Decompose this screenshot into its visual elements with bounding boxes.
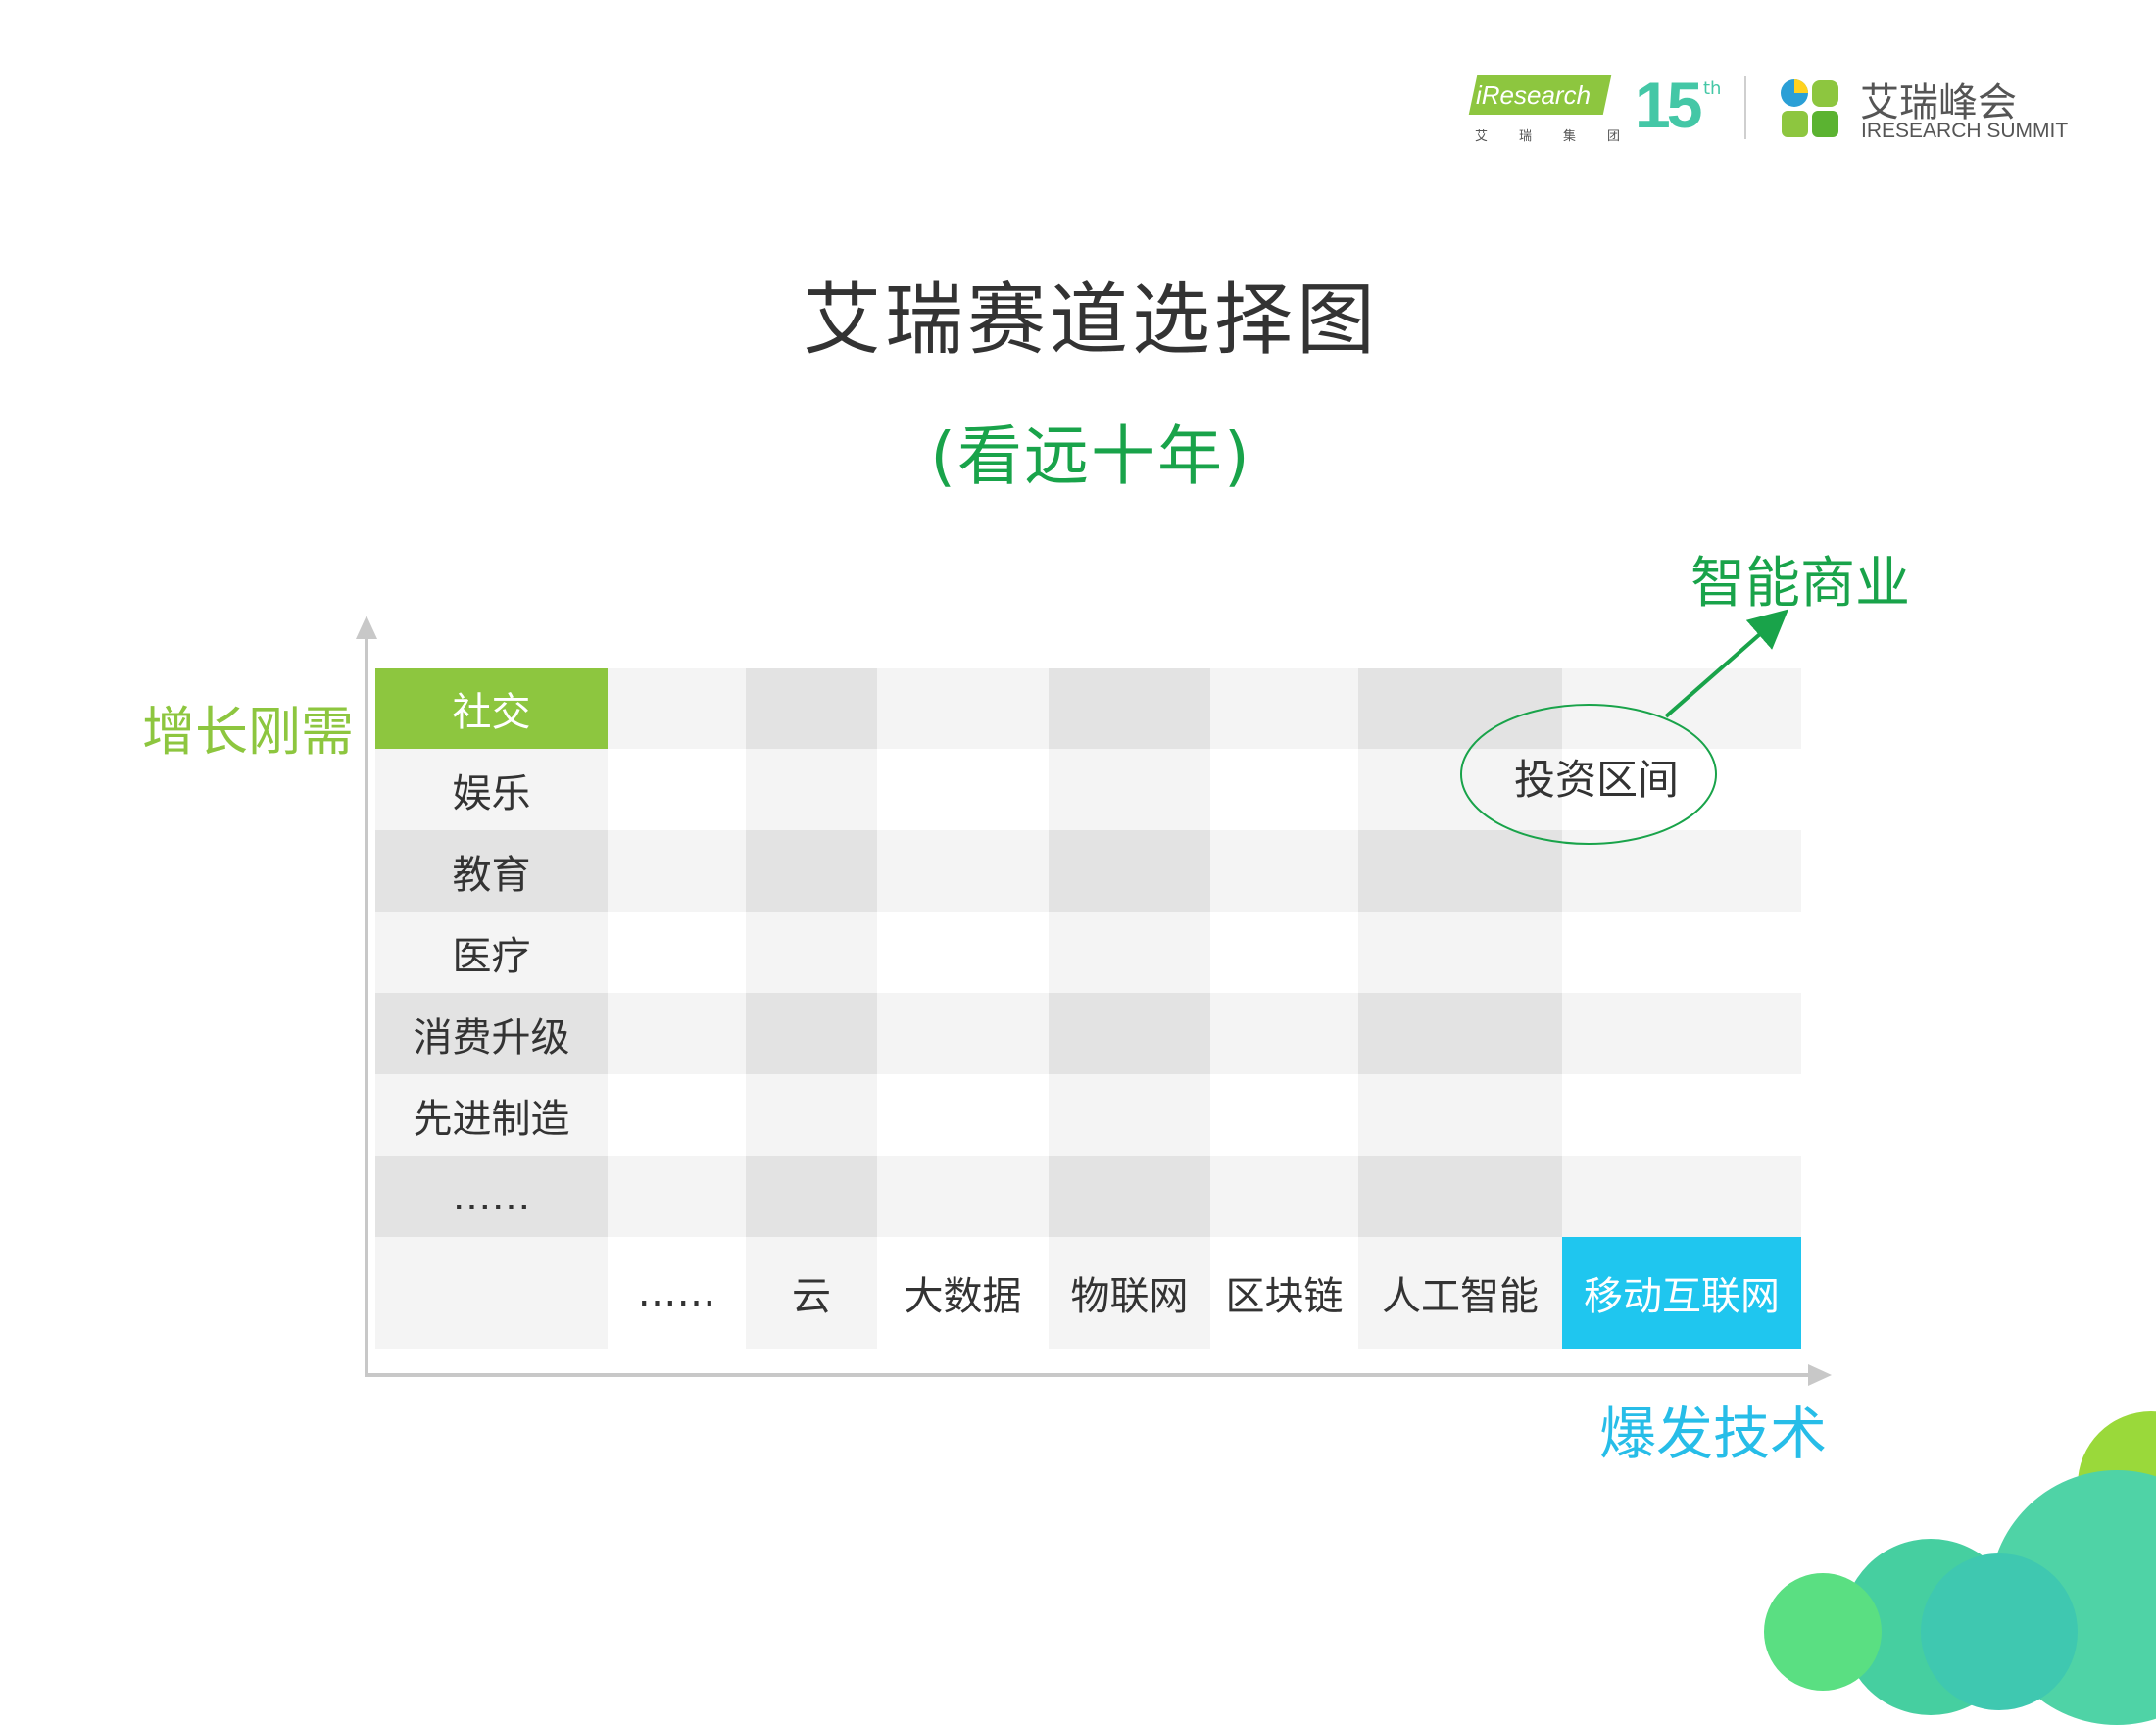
growth-arrow-icon <box>1664 609 1789 718</box>
investment-zone-overlay <box>1460 609 1789 845</box>
decor-bubble <box>1921 1553 2078 1710</box>
decor-bubble <box>1764 1573 1882 1691</box>
investment-zone-label: 投资区间 <box>1514 756 1680 804</box>
